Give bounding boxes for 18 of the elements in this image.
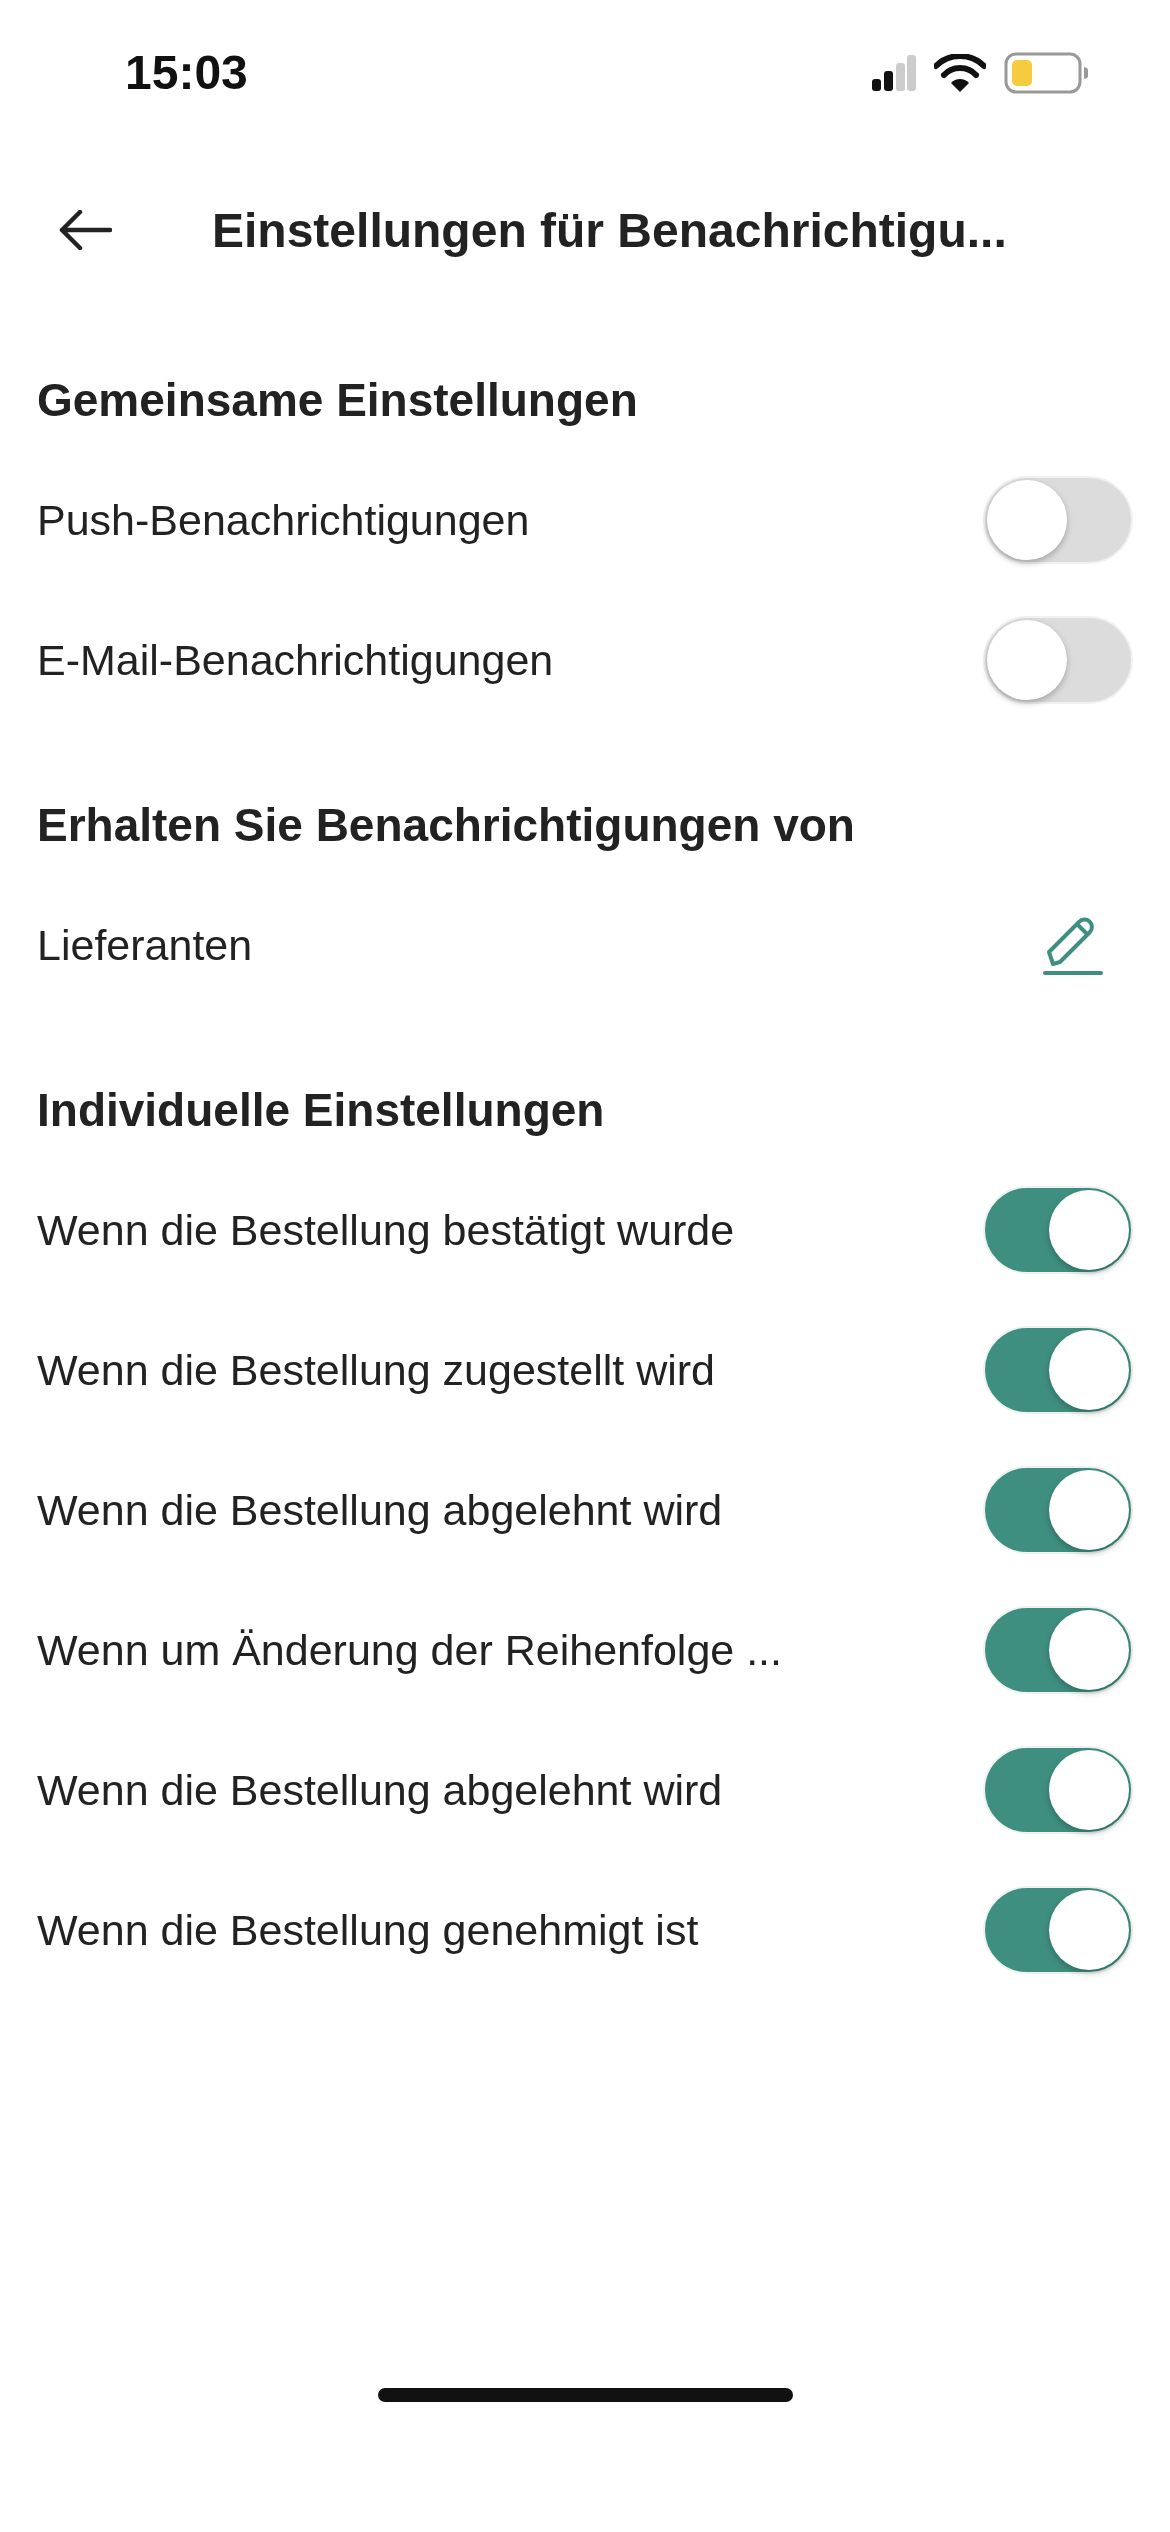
wifi-icon	[934, 53, 986, 92]
battery-icon	[1004, 51, 1088, 94]
back-arrow-icon[interactable]	[58, 210, 112, 250]
page-title: Einstellungen für Benachrichtigu...	[212, 202, 1007, 258]
section-heading: Individuelle Einstellungen	[37, 1083, 606, 1138]
signal-icon	[872, 54, 916, 91]
section-heading: Gemeinsame Einstellungen	[37, 373, 639, 428]
setting-label: Lieferanten	[37, 920, 253, 970]
status-time: 15:03	[125, 45, 248, 100]
setting-label: Wenn die Bestellung abgelehnt wird	[37, 1485, 723, 1535]
setting-label: Wenn die Bestellung zugestellt wird	[37, 1345, 716, 1395]
setting-label: Push-Benachrichtigungen	[37, 495, 530, 545]
setting-label: Wenn die Bestellung abgelehnt wird	[37, 1765, 723, 1815]
section-heading: Erhalten Sie Benachrichtigungen von	[37, 798, 856, 853]
setting-label: Wenn die Bestellung bestätigt wurde	[37, 1205, 735, 1255]
setting-label: Wenn die Bestellung genehmigt ist	[37, 1905, 699, 1955]
setting-label: E-Mail-Benachrichtigungen	[37, 635, 554, 685]
setting-label: Wenn um Änderung der Reihenfolge ...	[37, 1625, 782, 1675]
